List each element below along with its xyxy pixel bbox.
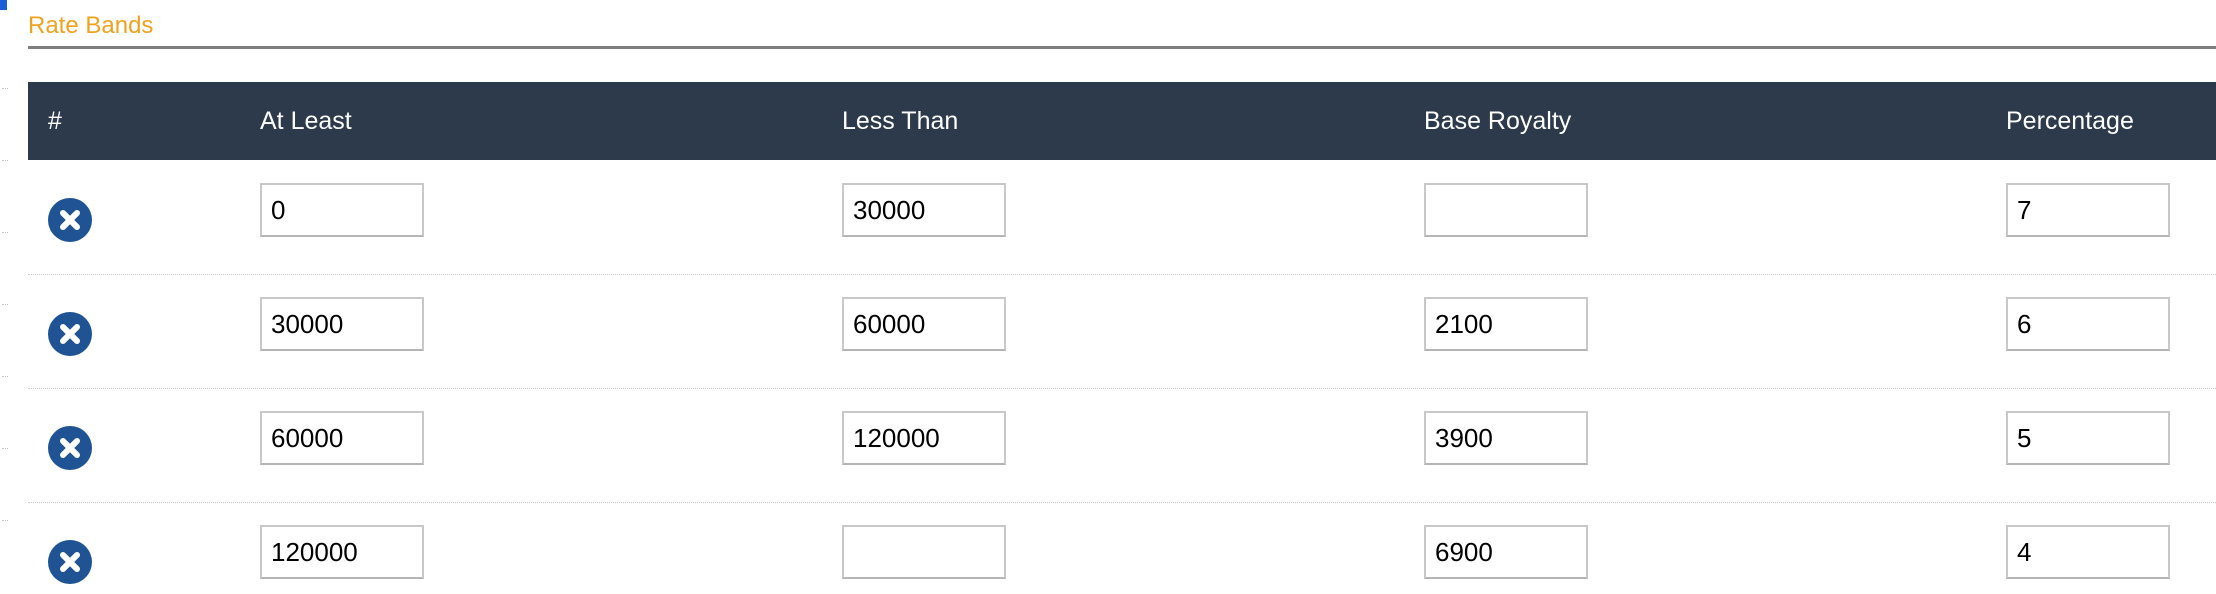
table-header: # At Least Less Than Base Royalty Percen… bbox=[28, 82, 2216, 160]
less-than-input[interactable] bbox=[842, 411, 1006, 465]
remove-circle-x-icon bbox=[60, 324, 80, 344]
rate-bands-page: Rate Bands # At Least Less Than Base Roy… bbox=[0, 0, 2216, 594]
table-row bbox=[28, 274, 2216, 388]
at-least-input[interactable] bbox=[260, 525, 424, 579]
remove-circle-x-icon bbox=[60, 210, 80, 230]
remove-row-button[interactable] bbox=[48, 426, 92, 470]
at-least-input[interactable] bbox=[260, 411, 424, 465]
percentage-input[interactable] bbox=[2006, 297, 2170, 351]
base-royalty-input[interactable] bbox=[1424, 297, 1588, 351]
remove-row-button[interactable] bbox=[48, 312, 92, 356]
percentage-input[interactable] bbox=[2006, 183, 2170, 237]
table-row bbox=[28, 502, 2216, 594]
column-header-base-royalty: Base Royalty bbox=[1424, 107, 1572, 135]
less-than-input[interactable] bbox=[842, 525, 1006, 579]
remove-circle-x-icon bbox=[60, 552, 80, 572]
less-than-input[interactable] bbox=[842, 183, 1006, 237]
at-least-input[interactable] bbox=[260, 183, 424, 237]
table-row bbox=[28, 160, 2216, 274]
column-header-percentage: Percentage bbox=[2006, 107, 2134, 135]
left-edge-dots bbox=[0, 0, 10, 594]
base-royalty-input[interactable] bbox=[1424, 411, 1588, 465]
remove-row-button[interactable] bbox=[48, 540, 92, 584]
percentage-input[interactable] bbox=[2006, 411, 2170, 465]
percentage-input[interactable] bbox=[2006, 525, 2170, 579]
section-title: Rate Bands bbox=[28, 12, 154, 39]
column-header-index: # bbox=[48, 107, 62, 135]
section-divider bbox=[28, 46, 2216, 49]
column-header-at-least: At Least bbox=[260, 107, 352, 135]
table-row bbox=[28, 388, 2216, 502]
at-least-input[interactable] bbox=[260, 297, 424, 351]
column-header-less-than: Less Than bbox=[842, 107, 959, 135]
remove-circle-x-icon bbox=[60, 438, 80, 458]
less-than-input[interactable] bbox=[842, 297, 1006, 351]
base-royalty-input[interactable] bbox=[1424, 525, 1588, 579]
remove-row-button[interactable] bbox=[48, 198, 92, 242]
base-royalty-input[interactable] bbox=[1424, 183, 1588, 237]
